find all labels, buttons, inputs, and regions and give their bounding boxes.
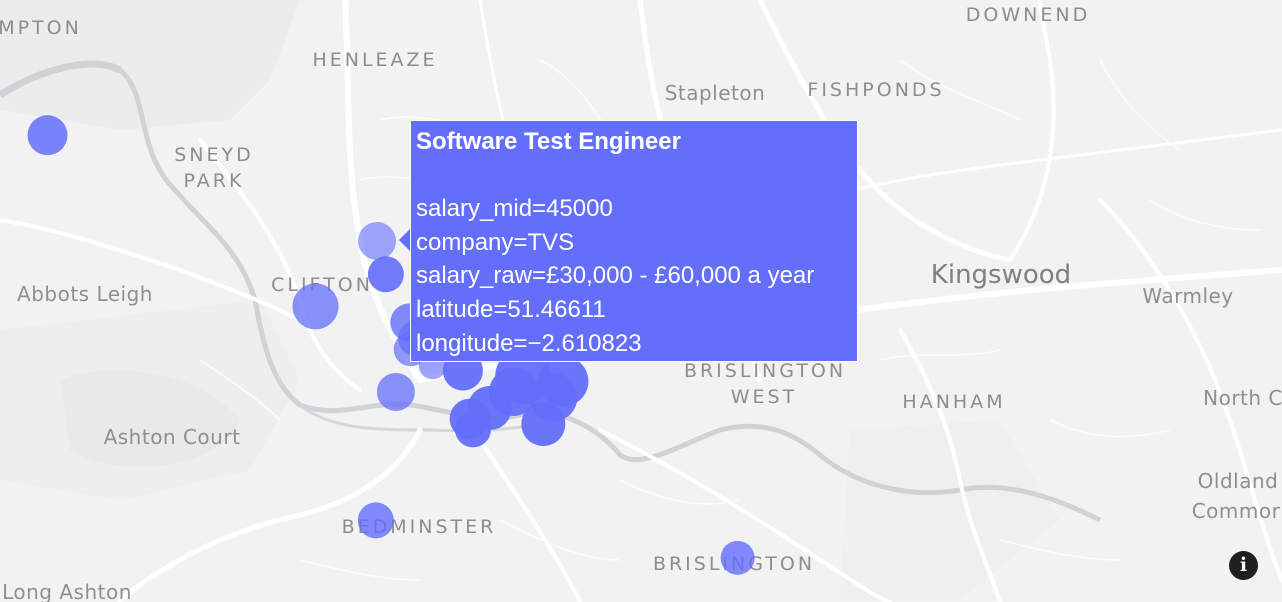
tooltip-spacer bbox=[416, 159, 852, 193]
tooltip-longitude: longitude=−2.610823 bbox=[416, 329, 642, 357]
scatter-point-20[interactable] bbox=[720, 540, 755, 575]
tooltip-latitude: latitude=51.46611 bbox=[416, 295, 606, 323]
scatter-point-4[interactable] bbox=[292, 283, 339, 330]
scatter-point-19[interactable] bbox=[357, 502, 394, 539]
info-icon[interactable]: i bbox=[1229, 551, 1258, 580]
scatter-point-1[interactable] bbox=[27, 115, 68, 156]
scatter-point-3[interactable] bbox=[367, 256, 404, 293]
tooltip-title: Software Test Engineer bbox=[416, 128, 681, 155]
hover-tooltip: Software Test Engineer salary_mid=45000 … bbox=[410, 120, 858, 362]
scatter-point-18[interactable] bbox=[376, 372, 415, 411]
tooltip-pointer bbox=[399, 229, 410, 251]
tooltip-salary-raw: salary_raw=£30,000 - £60,000 a year bbox=[416, 262, 815, 290]
scatter-point-2[interactable] bbox=[358, 222, 396, 260]
scatter-point-17[interactable] bbox=[454, 411, 491, 448]
map-view[interactable]: MPTON HENLEAZE DOWNEND Stapleton FISHPONDS SN… bbox=[0, 0, 1282, 602]
scatter-point-16[interactable] bbox=[521, 402, 566, 447]
tooltip-salary-mid: salary_mid=45000 bbox=[416, 195, 613, 223]
tooltip-company: company=TVS bbox=[416, 228, 575, 256]
